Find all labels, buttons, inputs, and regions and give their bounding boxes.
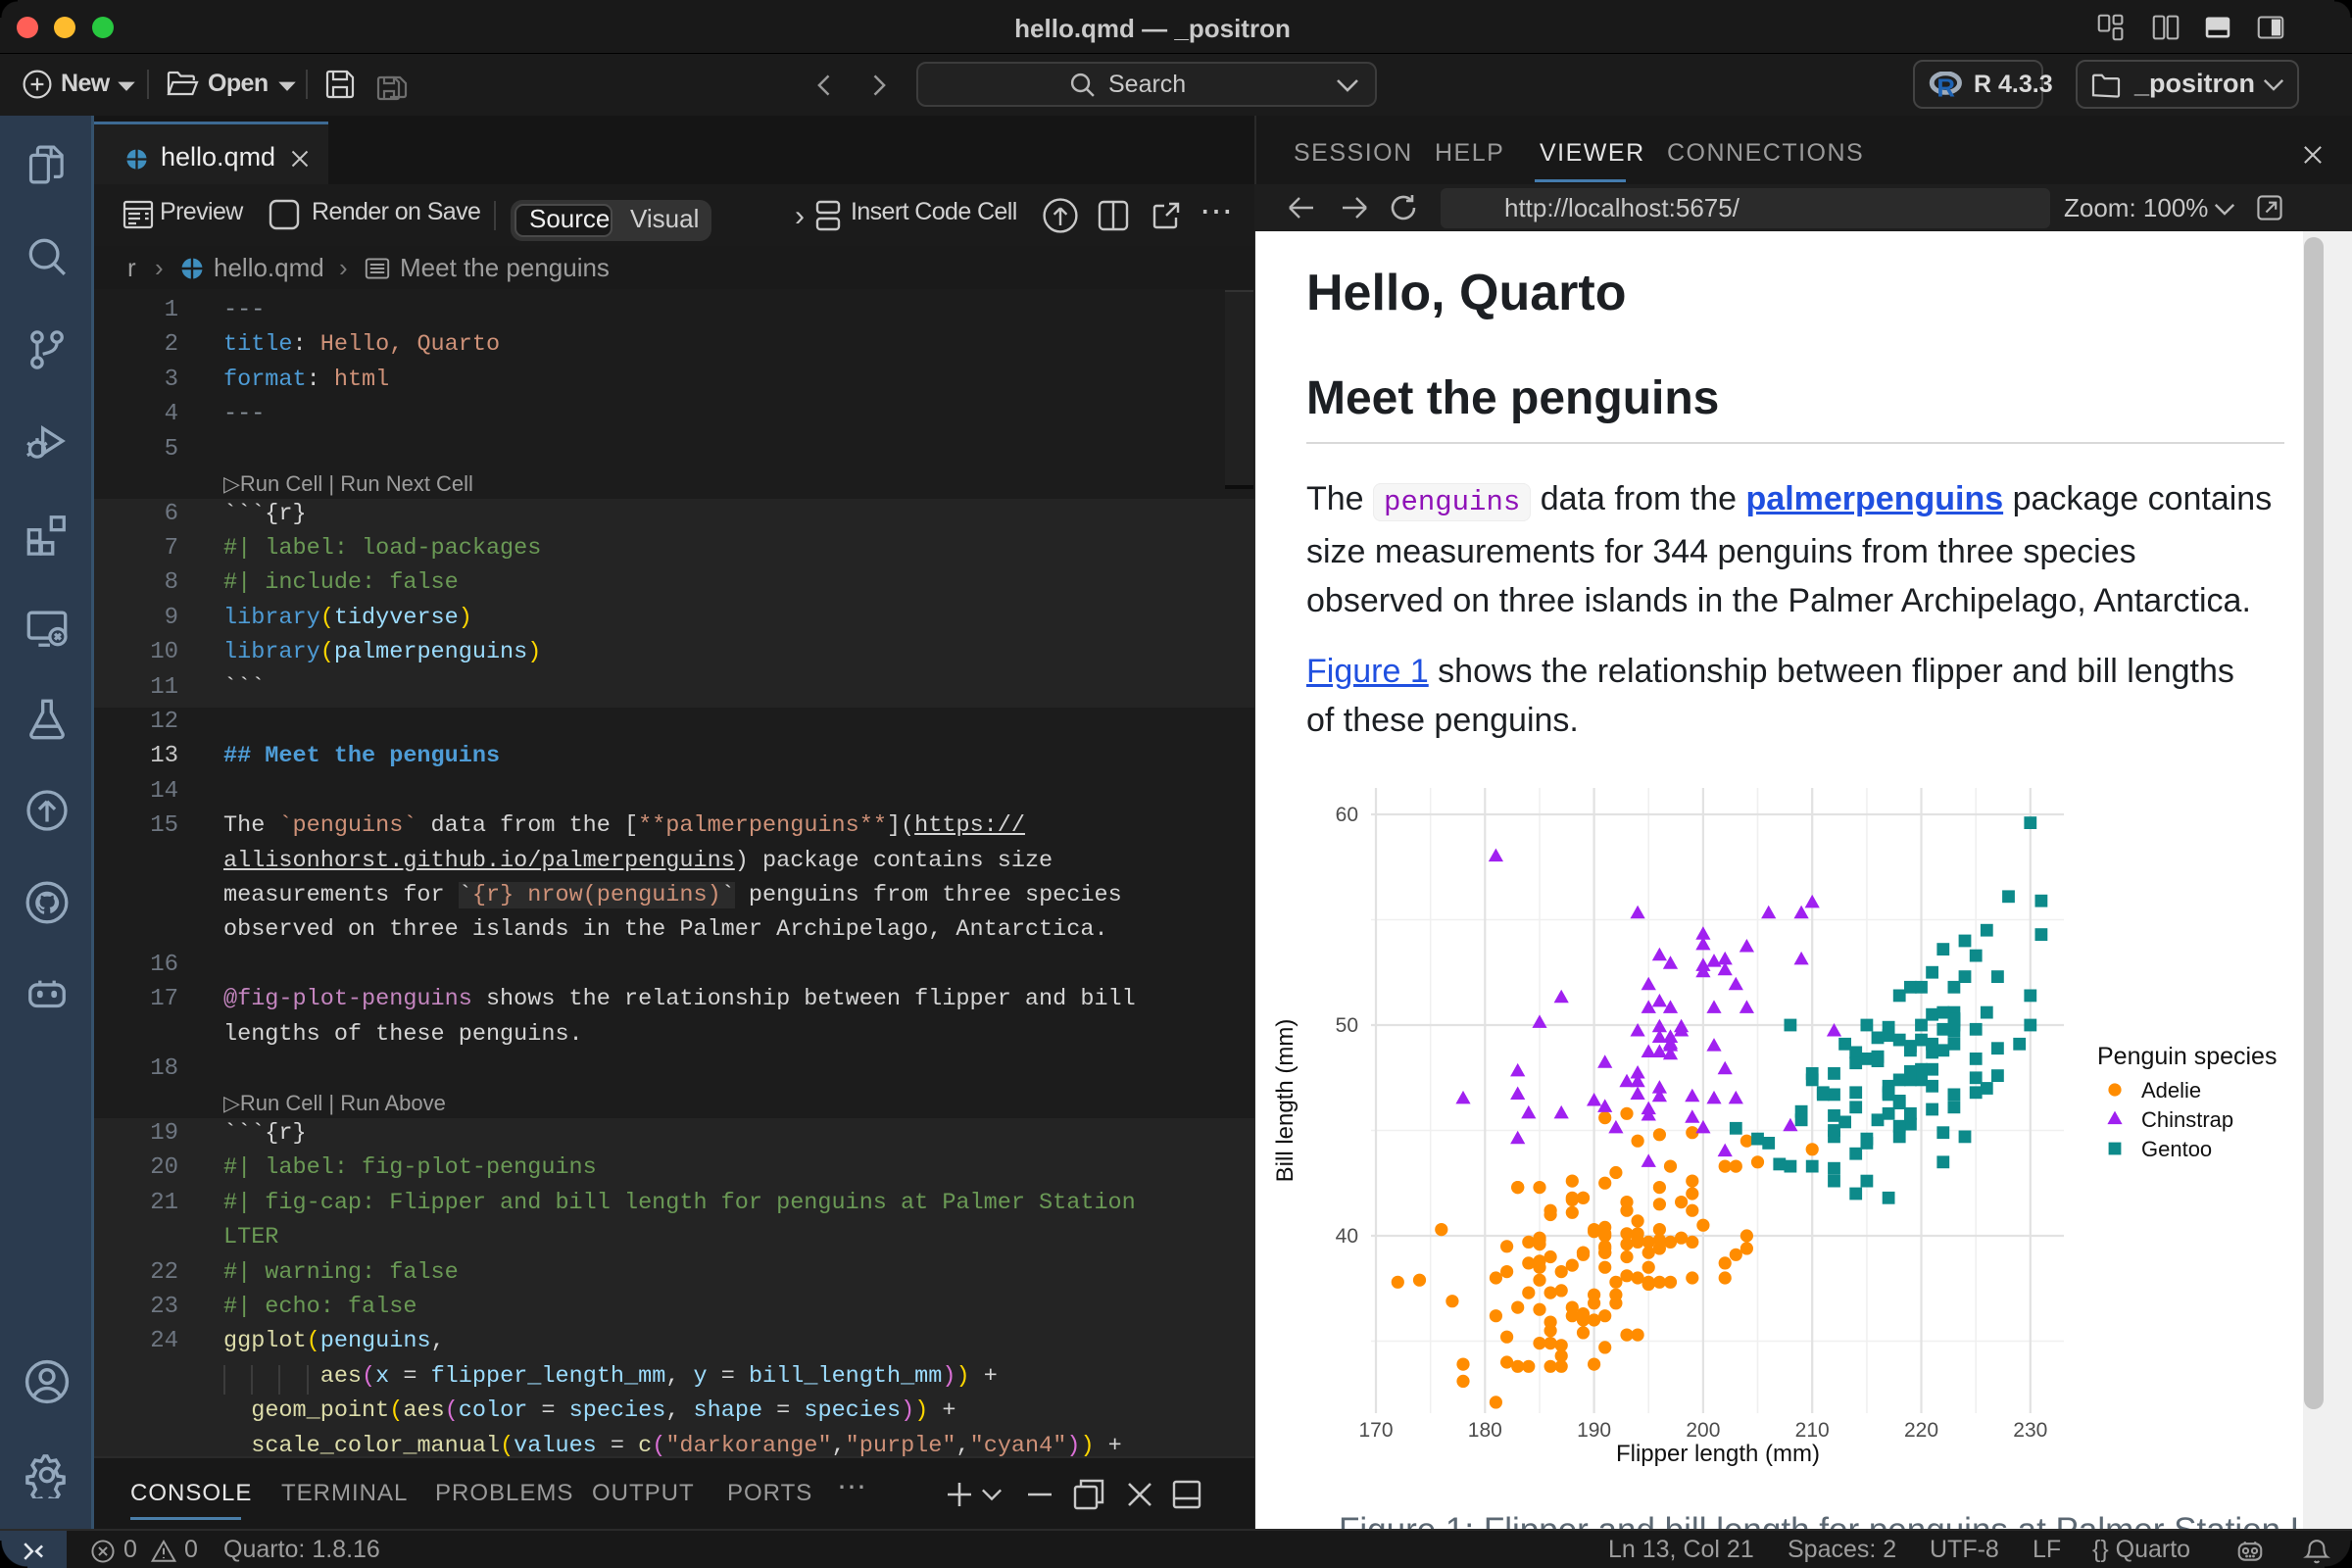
- svg-text:Penguin species: Penguin species: [2097, 1043, 2277, 1070]
- svg-text:190: 190: [1577, 1419, 1611, 1442]
- svg-text:40: 40: [1336, 1225, 1358, 1248]
- svg-text:60: 60: [1336, 804, 1358, 826]
- svg-text:R: R: [1936, 75, 1955, 98]
- svg-text:230: 230: [2013, 1419, 2047, 1442]
- svg-text:180: 180: [1468, 1419, 1502, 1442]
- svg-text:Flipper length (mm): Flipper length (mm): [1616, 1441, 1820, 1467]
- svg-text:170: 170: [1358, 1419, 1393, 1442]
- svg-text:220: 220: [1904, 1419, 1938, 1442]
- svg-text:50: 50: [1336, 1014, 1358, 1037]
- svg-text:Bill length (mm): Bill length (mm): [1272, 1019, 1298, 1183]
- svg-text:Adelie: Adelie: [2141, 1078, 2201, 1102]
- svg-text:210: 210: [1795, 1419, 1830, 1442]
- svg-text:Chinstrap: Chinstrap: [2141, 1107, 2233, 1132]
- svg-text:Gentoo: Gentoo: [2141, 1137, 2212, 1161]
- svg-text:200: 200: [1686, 1419, 1720, 1442]
